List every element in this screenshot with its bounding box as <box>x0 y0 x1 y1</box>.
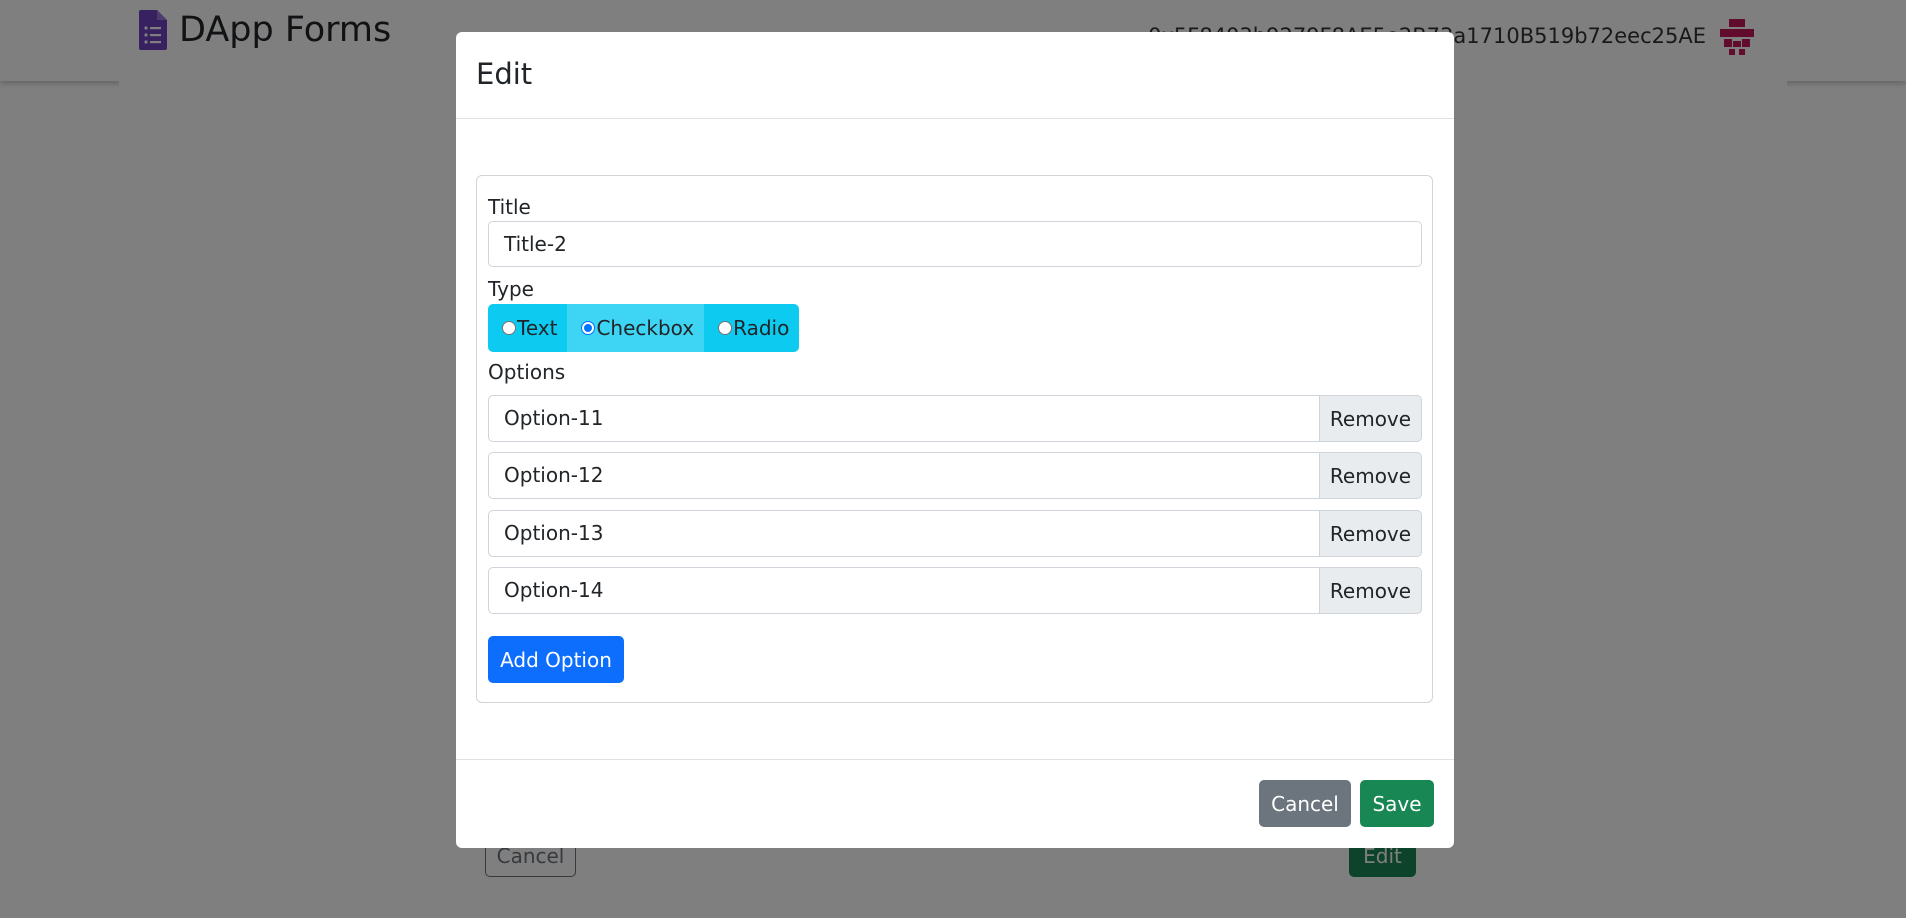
save-button[interactable]: Save <box>1360 780 1434 827</box>
option-row: Option-13 Remove <box>488 510 1422 557</box>
type-radio-group: Text Checkbox Radio <box>488 304 800 352</box>
remove-option-button[interactable]: Remove <box>1319 510 1422 557</box>
option-row: Option-11 Remove <box>488 395 1422 442</box>
edit-modal: Edit Title Title-2 Type Text Checkbox Ra… <box>456 32 1454 848</box>
options-label: Options <box>488 360 566 384</box>
title-label: Title <box>488 195 531 219</box>
type-option-text[interactable]: Text <box>488 304 568 352</box>
option-row: Option-14 Remove <box>488 567 1422 614</box>
type-option-label: Checkbox <box>596 316 695 340</box>
type-option-label: Radio <box>733 316 790 340</box>
modal-body: Title Title-2 Type Text Checkbox Radio O… <box>456 119 1454 759</box>
option-input[interactable]: Option-12 <box>488 452 1319 499</box>
option-input[interactable]: Option-11 <box>488 395 1319 442</box>
question-card: Title Title-2 Type Text Checkbox Radio O… <box>476 175 1433 703</box>
modal-header: Edit <box>456 32 1454 119</box>
radio-radio[interactable] <box>718 321 733 335</box>
option-input[interactable]: Option-14 <box>488 567 1319 614</box>
option-input[interactable]: Option-13 <box>488 510 1319 557</box>
text-radio[interactable] <box>502 321 516 335</box>
title-input[interactable]: Title-2 <box>488 221 1422 267</box>
remove-option-button[interactable]: Remove <box>1319 567 1422 614</box>
type-option-radio[interactable]: Radio <box>704 304 800 352</box>
option-row: Option-12 Remove <box>488 452 1422 499</box>
type-option-checkbox[interactable]: Checkbox <box>567 304 705 352</box>
type-label: Type <box>488 277 534 301</box>
remove-option-button[interactable]: Remove <box>1319 395 1422 442</box>
type-option-label: Text <box>517 316 558 340</box>
modal-footer: Cancel Save <box>456 759 1454 848</box>
remove-option-button[interactable]: Remove <box>1319 452 1422 499</box>
modal-title: Edit <box>476 57 533 91</box>
cancel-button[interactable]: Cancel <box>1259 780 1351 827</box>
add-option-button[interactable]: Add Option <box>488 636 624 683</box>
checkbox-radio[interactable] <box>581 321 596 335</box>
